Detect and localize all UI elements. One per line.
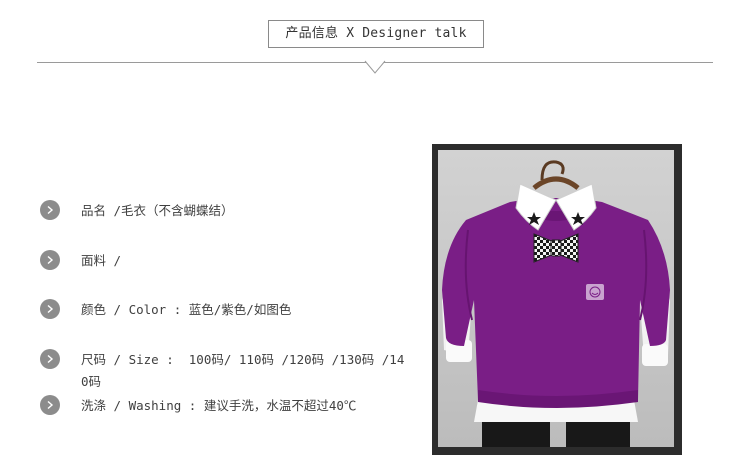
spec-color-text: 颜色 / Color : 蓝色/紫色/如图色 xyxy=(81,302,292,317)
chevron-right-icon xyxy=(40,250,60,270)
spec-washing-text: 洗涤 / Washing : 建议手洗，水温不超过40℃ xyxy=(81,398,357,413)
spec-fabric-text: 面料 / xyxy=(81,253,122,268)
chevron-right-icon xyxy=(40,349,60,369)
spec-row-washing: 洗涤 / Washing : 建议手洗，水温不超过40℃ xyxy=(40,395,411,417)
section-title: 产品信息 X Designer talk xyxy=(268,20,484,48)
spec-row-fabric: 面料 / xyxy=(40,250,411,272)
product-photo-frame xyxy=(432,144,682,455)
chevron-right-icon xyxy=(40,299,60,319)
spec-row-color: 颜色 / Color : 蓝色/紫色/如图色 xyxy=(40,299,411,321)
product-photo xyxy=(438,150,674,447)
spec-size-text: 尺码 / Size : 100码/ 110码 /120码 /130码 /140码 xyxy=(81,352,405,389)
spec-row-size: 尺码 / Size : 100码/ 110码 /120码 /130码 /140码 xyxy=(40,349,411,393)
chevron-right-icon xyxy=(40,395,60,415)
spec-name-text: 品名 /毛衣（不含蝴蝶结） xyxy=(81,203,234,218)
spec-row-name: 品名 /毛衣（不含蝴蝶结） xyxy=(40,200,411,222)
chevron-right-icon xyxy=(40,200,60,220)
